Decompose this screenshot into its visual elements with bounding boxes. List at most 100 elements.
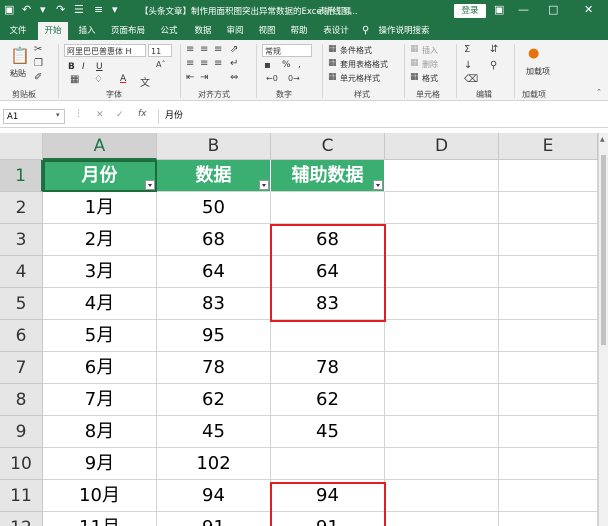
- empty-cell[interactable]: [499, 192, 598, 224]
- format-painter-icon[interactable]: ✐: [34, 72, 42, 83]
- tab-view[interactable]: 视图: [252, 22, 282, 40]
- table-header-cell[interactable]: 辅助数据: [271, 160, 385, 192]
- tab-file[interactable]: 文件: [4, 22, 32, 40]
- tab-home[interactable]: 开始: [38, 22, 68, 40]
- table-cell[interactable]: 2月: [43, 224, 157, 256]
- table-cell[interactable]: [271, 448, 385, 480]
- row-header-7[interactable]: 7: [0, 352, 43, 384]
- row-header-12[interactable]: 12: [0, 512, 43, 526]
- empty-cell[interactable]: [499, 320, 598, 352]
- redo-icon[interactable]: ↷: [56, 3, 65, 16]
- scroll-thumb[interactable]: [601, 155, 606, 345]
- table-cell[interactable]: 102: [157, 448, 271, 480]
- table-cell[interactable]: 64: [157, 256, 271, 288]
- align-center-icon[interactable]: ≡: [200, 58, 208, 69]
- empty-cell[interactable]: [499, 352, 598, 384]
- table-cell[interactable]: 4月: [43, 288, 157, 320]
- tab-help[interactable]: 帮助: [284, 22, 314, 40]
- borders-icon[interactable]: ▦: [70, 74, 79, 85]
- table-header-cell[interactable]: 数据: [157, 160, 271, 192]
- tab-page-layout[interactable]: 页面布局: [106, 22, 150, 40]
- tell-me-search[interactable]: 操作说明搜索: [374, 22, 434, 40]
- align-middle-icon[interactable]: ≡: [200, 44, 208, 55]
- orientation-icon[interactable]: ⇗: [230, 44, 238, 55]
- font-size-select[interactable]: 11: [148, 44, 172, 57]
- table-cell[interactable]: 5月: [43, 320, 157, 352]
- table-cell[interactable]: 94: [157, 480, 271, 512]
- copy-icon[interactable]: ❐: [34, 58, 43, 69]
- empty-cell[interactable]: [385, 160, 499, 192]
- maximize-button[interactable]: □: [548, 3, 558, 16]
- row-header-8[interactable]: 8: [0, 384, 43, 416]
- column-header-d[interactable]: D: [385, 133, 499, 160]
- name-box-dropdown-icon[interactable]: ▾: [56, 111, 60, 119]
- column-header-a[interactable]: A: [43, 133, 157, 160]
- table-cell[interactable]: 10月: [43, 480, 157, 512]
- accounting-format-icon[interactable]: ▪: [264, 60, 271, 71]
- addin-button[interactable]: 加载项: [526, 66, 550, 77]
- merge-center-icon[interactable]: ⇔: [230, 72, 238, 83]
- table-cell[interactable]: 78: [157, 352, 271, 384]
- save-icon[interactable]: ▣: [4, 3, 14, 16]
- table-cell[interactable]: 9月: [43, 448, 157, 480]
- table-cell[interactable]: 62: [157, 384, 271, 416]
- row-header-9[interactable]: 9: [0, 416, 43, 448]
- fill-color-icon[interactable]: ♢: [94, 74, 103, 85]
- table-cell[interactable]: 8月: [43, 416, 157, 448]
- worksheet-grid[interactable]: ABCDE 123456789101112 月份数据辅助数据1月502月6868…: [0, 133, 598, 526]
- align-top-icon[interactable]: ≡: [186, 44, 194, 55]
- italic-button[interactable]: I: [82, 62, 85, 72]
- tab-review[interactable]: 审阅: [220, 22, 250, 40]
- select-all-button[interactable]: [0, 133, 43, 160]
- undo-dropdown-icon[interactable]: ▾: [40, 3, 46, 16]
- table-cell[interactable]: 3月: [43, 256, 157, 288]
- format-as-table-button[interactable]: 套用表格格式: [340, 59, 388, 70]
- percent-button[interactable]: %: [282, 60, 291, 70]
- undo-icon[interactable]: ↶: [22, 3, 31, 16]
- paste-button[interactable]: 粘贴: [10, 68, 26, 79]
- row-header-1[interactable]: 1: [0, 160, 43, 192]
- tab-formulas[interactable]: 公式: [154, 22, 184, 40]
- sort-filter-icon[interactable]: ⇵: [490, 44, 498, 55]
- row-header-6[interactable]: 6: [0, 320, 43, 352]
- filter-dropdown-button[interactable]: [259, 180, 269, 190]
- table-cell[interactable]: 91: [271, 512, 385, 526]
- autosum-icon[interactable]: Σ: [464, 44, 470, 55]
- empty-cell[interactable]: [385, 416, 499, 448]
- table-cell[interactable]: 78: [271, 352, 385, 384]
- column-header-c[interactable]: C: [271, 133, 385, 160]
- tab-data[interactable]: 数据: [188, 22, 218, 40]
- font-name-select[interactable]: 阿里巴巴普惠体 H: [64, 44, 146, 57]
- empty-cell[interactable]: [385, 480, 499, 512]
- table-header-cell[interactable]: 月份: [43, 160, 157, 192]
- find-select-icon[interactable]: ⚲: [490, 60, 497, 71]
- minimize-button[interactable]: —: [518, 3, 529, 16]
- login-button[interactable]: 登录: [454, 4, 486, 18]
- table-cell[interactable]: 68: [157, 224, 271, 256]
- wrap-text-icon[interactable]: ↵: [230, 58, 238, 69]
- scroll-up-icon[interactable]: ▲: [600, 136, 605, 143]
- table-cell[interactable]: 94: [271, 480, 385, 512]
- comma-button[interactable]: ,: [298, 60, 301, 70]
- decrease-decimal-icon[interactable]: 0→: [288, 74, 300, 83]
- table-cell[interactable]: [271, 320, 385, 352]
- filter-dropdown-button[interactable]: [145, 180, 155, 190]
- empty-cell[interactable]: [499, 288, 598, 320]
- paste-icon[interactable]: 📋: [10, 46, 30, 65]
- decrease-indent-icon[interactable]: ⇤: [186, 72, 194, 83]
- filter-dropdown-button[interactable]: [373, 180, 383, 190]
- table-cell[interactable]: 45: [157, 416, 271, 448]
- grow-font-icon[interactable]: Aˆ: [156, 60, 165, 69]
- table-cell[interactable]: 6月: [43, 352, 157, 384]
- empty-cell[interactable]: [385, 320, 499, 352]
- row-header-2[interactable]: 2: [0, 192, 43, 224]
- fill-icon[interactable]: ↓: [464, 60, 472, 71]
- clear-icon[interactable]: ⌫: [464, 74, 478, 85]
- table-cell[interactable]: 91: [157, 512, 271, 526]
- row-header-3[interactable]: 3: [0, 224, 43, 256]
- table-cell[interactable]: 45: [271, 416, 385, 448]
- empty-cell[interactable]: [499, 416, 598, 448]
- tab-table-design[interactable]: 表设计: [318, 22, 354, 40]
- cancel-icon[interactable]: ✕: [96, 110, 104, 120]
- cut-icon[interactable]: ✂: [34, 44, 42, 55]
